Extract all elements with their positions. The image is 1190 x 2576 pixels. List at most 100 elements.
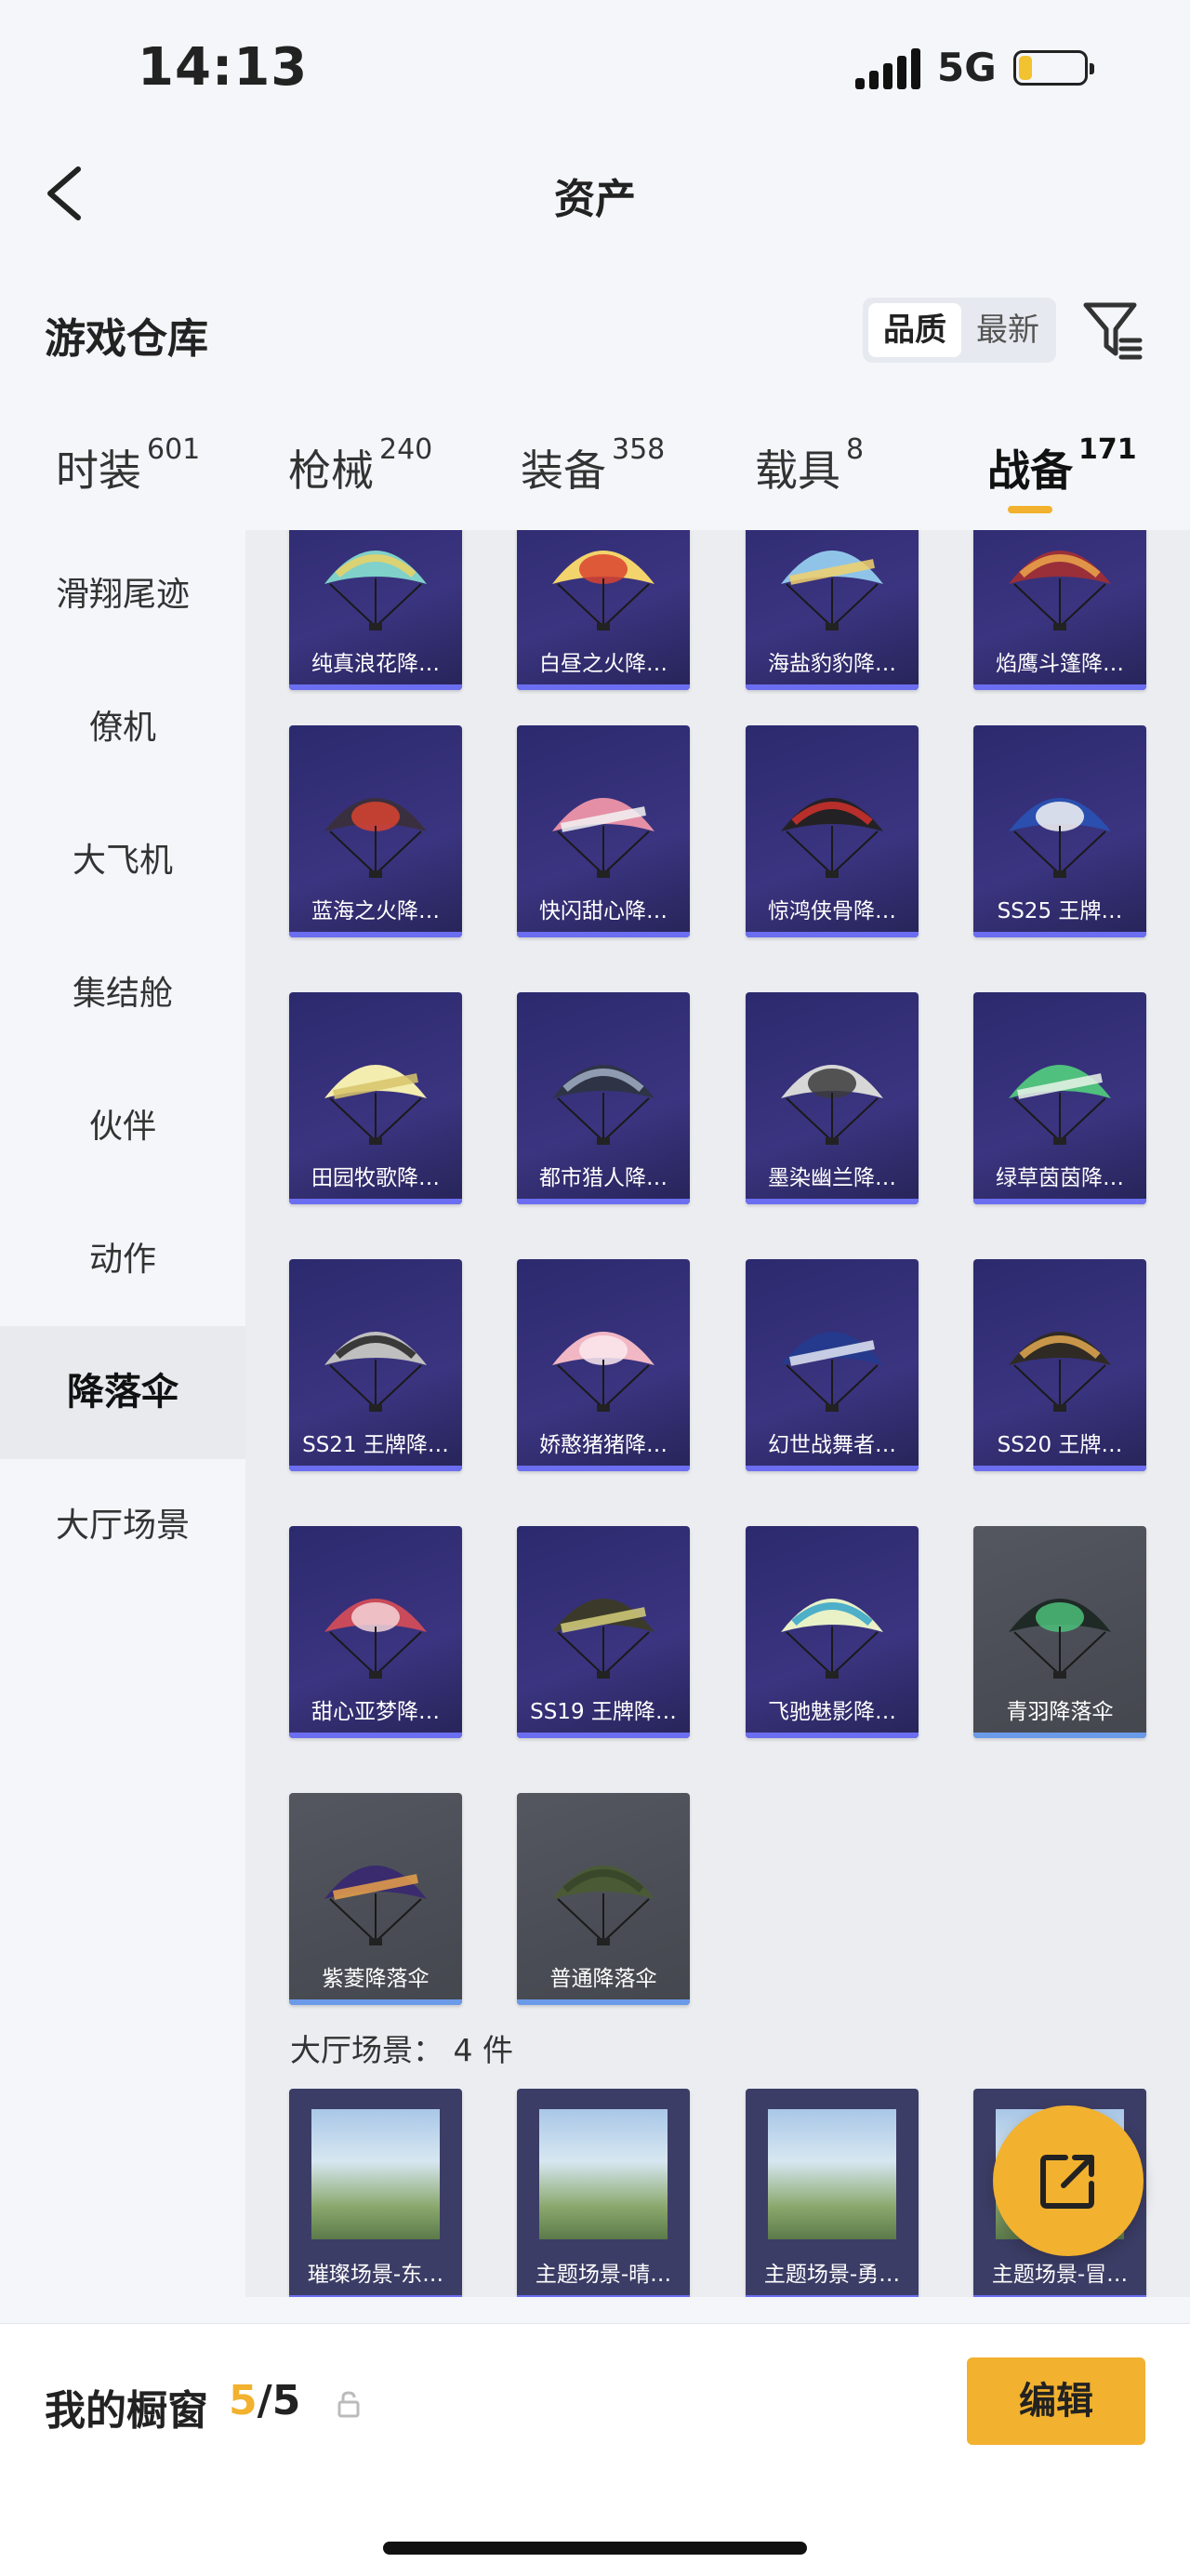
parachute-card[interactable]: 纯真浪花降…: [289, 530, 462, 690]
sidebar-item[interactable]: 大飞机: [0, 794, 245, 927]
parachute-icon: [324, 1065, 427, 1145]
tab-label: 枪械: [288, 445, 374, 496]
parachute-icon: [1009, 1065, 1111, 1145]
showcase-label: 我的橱窗: [45, 2387, 208, 2435]
lobby-scene-card[interactable]: 主题场景-晴…: [517, 2089, 690, 2297]
rarity-bar: [289, 1466, 462, 1471]
item-name: 快闪甜心降…: [539, 899, 668, 923]
tab-label: 战备: [987, 445, 1073, 496]
rarity-bar: [746, 1199, 919, 1204]
rarity-bar: [517, 684, 690, 690]
item-name: 娇憨猪猪降…: [539, 1433, 668, 1457]
tab-2[interactable]: 装备 358: [521, 433, 665, 521]
edit-button[interactable]: 编辑: [967, 2357, 1145, 2445]
rarity-bar: [289, 2295, 462, 2297]
item-name: SS20 王牌…: [997, 1433, 1123, 1457]
filter-icon[interactable]: [1082, 299, 1144, 361]
item-name: 墨染幽兰降…: [768, 1166, 896, 1190]
parachute-card[interactable]: 娇憨猪猪降…: [517, 1259, 690, 1471]
tab-label: 装备: [521, 445, 606, 496]
parachute-icon: [552, 1332, 654, 1412]
parachute-icon: [1009, 551, 1111, 631]
rarity-bar: [517, 932, 690, 937]
tab-4[interactable]: 战备 171: [987, 433, 1137, 521]
parachute-card[interactable]: SS20 王牌…: [973, 1259, 1146, 1471]
rarity-bar: [289, 1199, 462, 1204]
parachute-card[interactable]: SS25 王牌…: [973, 725, 1146, 937]
sidebar-item[interactable]: 大厅场景: [0, 1459, 245, 1592]
parachute-card[interactable]: 绿草茵茵降…: [973, 992, 1146, 1204]
sidebar-item[interactable]: 集结舱: [0, 927, 245, 1060]
tab-label: 载具: [755, 445, 840, 496]
parachute-icon: [781, 1599, 883, 1679]
item-name: 都市猎人降…: [539, 1166, 668, 1190]
parachute-card[interactable]: SS19 王牌降…: [517, 1526, 690, 1738]
parachute-card[interactable]: 飞驰魅影降…: [746, 1526, 919, 1738]
tab-0[interactable]: 时装 601: [56, 433, 200, 521]
item-name: 璀璨场景-东…: [307, 2263, 444, 2287]
item-name: 惊鸿侠骨降…: [768, 899, 896, 923]
parachute-card[interactable]: 普通降落伞: [517, 1793, 690, 2005]
sort-by-newest-button[interactable]: 最新: [963, 303, 1052, 357]
parachute-icon: [552, 551, 654, 631]
parachute-card[interactable]: 墨染幽兰降…: [746, 992, 919, 1204]
item-name: 甜心亚梦降…: [311, 1700, 440, 1724]
sort-toggle: 品质 最新: [863, 298, 1056, 363]
item-name: 焰鹰斗篷降…: [996, 652, 1124, 676]
parachute-card[interactable]: 青羽降落伞: [973, 1526, 1146, 1738]
item-name: 主题场景-勇…: [763, 2263, 901, 2287]
lobby-scene-card[interactable]: 璀璨场景-东…: [289, 2089, 462, 2297]
external-link-icon: [1040, 2155, 1094, 2209]
parachute-card[interactable]: 惊鸿侠骨降…: [746, 725, 919, 937]
rarity-bar: [973, 932, 1146, 937]
active-tab-indicator: [1008, 506, 1052, 513]
item-name: 白昼之火降…: [539, 652, 668, 676]
parachute-card[interactable]: 焰鹰斗篷降…: [973, 530, 1146, 690]
item-name: 普通降落伞: [549, 1967, 657, 1991]
home-indicator: [383, 2542, 807, 2555]
parachute-card[interactable]: 都市猎人降…: [517, 992, 690, 1204]
parachute-card[interactable]: 白昼之火降…: [517, 530, 690, 690]
tab-1[interactable]: 枪械 240: [288, 433, 432, 521]
item-name: 主题场景-晴…: [535, 2263, 672, 2287]
parachute-card[interactable]: 幻世战舞者…: [746, 1259, 919, 1471]
parachute-card[interactable]: SS21 王牌降…: [289, 1259, 462, 1471]
parachute-card[interactable]: 蓝海之火降…: [289, 725, 462, 937]
battery-icon: [1013, 50, 1094, 86]
scene-count-label: 大厅场景： 4 件: [290, 2032, 513, 2068]
parachute-card[interactable]: 紫菱降落伞: [289, 1793, 462, 2005]
share-fab-button[interactable]: [993, 2105, 1144, 2256]
parachute-card[interactable]: 甜心亚梦降…: [289, 1526, 462, 1738]
rarity-bar: [289, 932, 462, 937]
parachute-icon: [1009, 798, 1111, 878]
rarity-bar: [746, 932, 919, 937]
parachute-icon: [324, 551, 427, 631]
parachute-icon: [552, 798, 654, 878]
sidebar-item[interactable]: 伙伴: [0, 1060, 245, 1193]
rarity-bar: [289, 1999, 462, 2005]
sidebar-item[interactable]: 降落伞: [0, 1326, 245, 1459]
sidebar-item[interactable]: 僚机: [0, 661, 245, 794]
parachute-icon: [781, 1065, 883, 1145]
sort-by-quality-button[interactable]: 品质: [868, 303, 961, 357]
sidebar-item[interactable]: 动作: [0, 1193, 245, 1326]
tab-3[interactable]: 载具 8: [755, 433, 864, 521]
network-type: 5G: [937, 45, 997, 90]
scene-thumbnail: [768, 2109, 896, 2239]
parachute-card[interactable]: 田园牧歌降…: [289, 992, 462, 1204]
back-arrow-icon[interactable]: [43, 166, 86, 221]
item-name: 田园牧歌降…: [311, 1166, 440, 1190]
item-name: 主题场景-冒…: [991, 2263, 1129, 2287]
parachute-card[interactable]: 海盐豹豹降…: [746, 530, 919, 690]
rarity-bar: [289, 1733, 462, 1738]
sidebar-item[interactable]: 滑翔尾迹: [0, 528, 245, 661]
rarity-bar: [746, 684, 919, 690]
parachute-icon: [781, 551, 883, 631]
lobby-scene-card[interactable]: 主题场景-勇…: [746, 2089, 919, 2297]
rarity-bar: [517, 2295, 690, 2297]
item-name: SS25 王牌…: [997, 899, 1123, 923]
tab-count: 240: [379, 433, 433, 466]
parachute-card[interactable]: 快闪甜心降…: [517, 725, 690, 937]
item-name: SS19 王牌降…: [530, 1700, 677, 1724]
sidebar: 滑翔尾迹 僚机 大飞机 集结舱 伙伴 动作 降落伞 大厅场景: [0, 528, 245, 2295]
